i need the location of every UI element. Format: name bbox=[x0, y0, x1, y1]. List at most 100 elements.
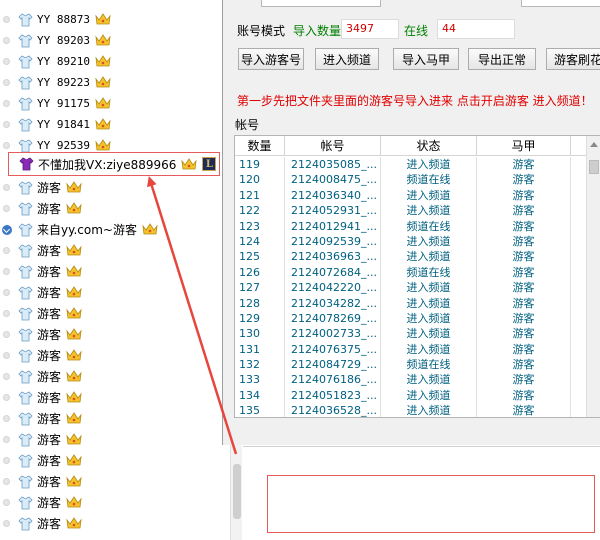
user-shirt-icon bbox=[18, 97, 33, 111]
user-list-item[interactable]: YY 91175 bbox=[0, 93, 230, 114]
col-header-count[interactable]: 数量 bbox=[235, 136, 285, 155]
guest-flower-button[interactable]: 游客刷花 bbox=[546, 48, 600, 70]
user-list-item[interactable]: 游客 bbox=[0, 366, 230, 387]
user-list-item[interactable]: 游客 bbox=[0, 513, 230, 534]
import-vest-button[interactable]: 导入马甲 bbox=[393, 48, 459, 70]
cell-vest: 游客 bbox=[477, 357, 571, 373]
user-list-item[interactable]: 游客 bbox=[0, 492, 230, 513]
crown-icon bbox=[66, 328, 82, 341]
user-item-promo[interactable]: 不懂加我VX:ziye889966 L bbox=[8, 152, 220, 176]
status-dot-icon bbox=[3, 415, 10, 422]
user-list-item[interactable]: 游客 bbox=[0, 282, 230, 303]
table-row[interactable]: 129 2124078269_... 进入频道 游客 bbox=[235, 310, 595, 327]
crown-icon bbox=[66, 517, 82, 530]
crown-icon bbox=[66, 412, 82, 425]
col-header-vest[interactable]: 马甲 bbox=[477, 136, 571, 155]
cell-account: 2124072684_... bbox=[285, 264, 381, 281]
table-row[interactable]: 133 2124076186_... 进入频道 游客 bbox=[235, 372, 595, 388]
user-list-item[interactable]: 游客 bbox=[0, 450, 230, 471]
cell-vest: 游客 bbox=[477, 218, 571, 234]
user-list-item[interactable]: 游客 bbox=[0, 387, 230, 408]
table-row[interactable]: 127 2124042220_... 进入频道 游客 bbox=[235, 280, 595, 296]
user-shirt-icon bbox=[18, 475, 33, 489]
user-list-item[interactable]: 游客 bbox=[0, 471, 230, 492]
user-list-item[interactable]: 游客 bbox=[0, 198, 230, 219]
cell-vest: 游客 bbox=[477, 341, 571, 358]
cell-account: 2124051823_... bbox=[285, 387, 381, 404]
user-shirt-icon bbox=[18, 265, 33, 279]
cell-vest: 游客 bbox=[477, 326, 571, 342]
table-row[interactable]: 131 2124076375_... 进入频道 游客 bbox=[235, 341, 595, 358]
crown-icon bbox=[66, 496, 82, 509]
table-row[interactable]: 125 2124036963_... 进入频道 游客 bbox=[235, 249, 595, 265]
cell-account: 2124084729_... bbox=[285, 357, 381, 373]
user-list-item[interactable]: YY 88873 bbox=[0, 9, 230, 30]
user-shirt-icon bbox=[18, 307, 33, 321]
user-shirt-icon bbox=[18, 202, 33, 216]
instruction-hint: 第一步先把文件夹里面的游客号导入进来 点击开启游客 进入频道！ bbox=[237, 94, 593, 108]
user-name: YY 92539 bbox=[37, 139, 90, 152]
cell-vest: 游客 bbox=[477, 280, 571, 296]
table-row[interactable]: 119 2124035085_... 进入频道 游客 bbox=[235, 157, 595, 173]
table-row[interactable]: 132 2124084729_... 频道在线 游客 bbox=[235, 357, 595, 373]
user-list-item[interactable]: YY 89223 bbox=[0, 72, 230, 93]
table-row[interactable]: 135 2124036528_... 进入频道 游客 bbox=[235, 403, 595, 417]
cell-account: 2124092539_... bbox=[285, 233, 381, 250]
table-row[interactable]: 126 2124072684_... 频道在线 游客 bbox=[235, 264, 595, 281]
user-name: YY 91175 bbox=[37, 97, 90, 110]
user-list-item[interactable]: 来自yy.com~游客 bbox=[0, 219, 230, 240]
status-dot-icon bbox=[3, 16, 10, 23]
table-row[interactable]: 122 2124052931_... 进入频道 游客 bbox=[235, 203, 595, 219]
user-name: 游客 bbox=[37, 265, 62, 279]
user-list-item[interactable]: 游客 bbox=[0, 345, 230, 366]
col-header-status[interactable]: 状态 bbox=[381, 136, 477, 155]
expand-chevron-icon[interactable] bbox=[2, 224, 12, 235]
table-row[interactable]: 130 2124002733_... 进入频道 游客 bbox=[235, 326, 595, 342]
user-list-item[interactable]: YY 89210 bbox=[0, 51, 230, 72]
user-list-item[interactable]: 游客 bbox=[0, 324, 230, 345]
crown-icon bbox=[66, 181, 82, 194]
cell-account: 2124036528_... bbox=[285, 403, 381, 417]
user-list-item[interactable]: 游客 bbox=[0, 429, 230, 450]
user-list-item[interactable]: 游客 bbox=[0, 303, 230, 324]
crown-icon bbox=[95, 118, 111, 131]
user-shirt-icon bbox=[18, 55, 33, 69]
user-shirt-icon bbox=[18, 412, 33, 426]
crown-icon bbox=[66, 475, 82, 488]
table-row[interactable]: 121 2124036340_... 进入频道 游客 bbox=[235, 187, 595, 204]
cell-vest: 游客 bbox=[477, 172, 571, 188]
import-count-field[interactable]: 3497 bbox=[341, 19, 399, 39]
status-dot-icon bbox=[3, 373, 10, 380]
crown-icon bbox=[66, 349, 82, 362]
user-list-item[interactable]: YY 89203 bbox=[0, 30, 230, 51]
user-shirt-icon bbox=[18, 517, 33, 531]
grid-scrollbar-thumb[interactable] bbox=[589, 160, 599, 174]
user-name: 来自yy.com~游客 bbox=[37, 223, 137, 237]
user-list-item[interactable]: 游客 bbox=[0, 240, 230, 261]
enter-channel-button[interactable]: 进入频道 bbox=[315, 48, 379, 70]
user-list-item[interactable]: YY 91841 bbox=[0, 114, 230, 135]
cell-status: 进入频道 bbox=[381, 372, 477, 388]
online-count-field[interactable]: 44 bbox=[437, 19, 515, 39]
user-list-item[interactable]: 游客 bbox=[0, 261, 230, 282]
table-row[interactable]: 124 2124092539_... 进入频道 游客 bbox=[235, 233, 595, 250]
crown-icon bbox=[95, 13, 111, 26]
table-row[interactable]: 128 2124034282_... 进入频道 游客 bbox=[235, 295, 595, 311]
status-dot-icon bbox=[3, 394, 10, 401]
table-row[interactable]: 123 2124012941_... 频道在线 游客 bbox=[235, 218, 595, 234]
import-guest-button[interactable]: 导入游客号 bbox=[238, 48, 304, 70]
user-name: YY 89210 bbox=[37, 55, 90, 68]
table-row[interactable]: 120 2124008475_... 频道在线 游客 bbox=[235, 172, 595, 188]
scrollbar-thumb[interactable] bbox=[233, 464, 241, 519]
cell-status: 频道在线 bbox=[381, 172, 477, 188]
user-list-item[interactable]: 游客 bbox=[0, 408, 230, 429]
crown-icon bbox=[66, 391, 82, 404]
user-list-item[interactable]: 游客 bbox=[0, 177, 230, 198]
table-row[interactable]: 134 2124051823_... 进入频道 游客 bbox=[235, 387, 595, 404]
col-header-account[interactable]: 帐号 bbox=[285, 136, 381, 155]
export-normal-button[interactable]: 导出正常 bbox=[468, 48, 536, 70]
scroll-up-arrow-icon[interactable] bbox=[590, 142, 598, 147]
cell-vest: 游客 bbox=[477, 157, 571, 173]
status-dot-icon bbox=[3, 100, 10, 107]
grid-scrollbar[interactable] bbox=[586, 136, 600, 417]
